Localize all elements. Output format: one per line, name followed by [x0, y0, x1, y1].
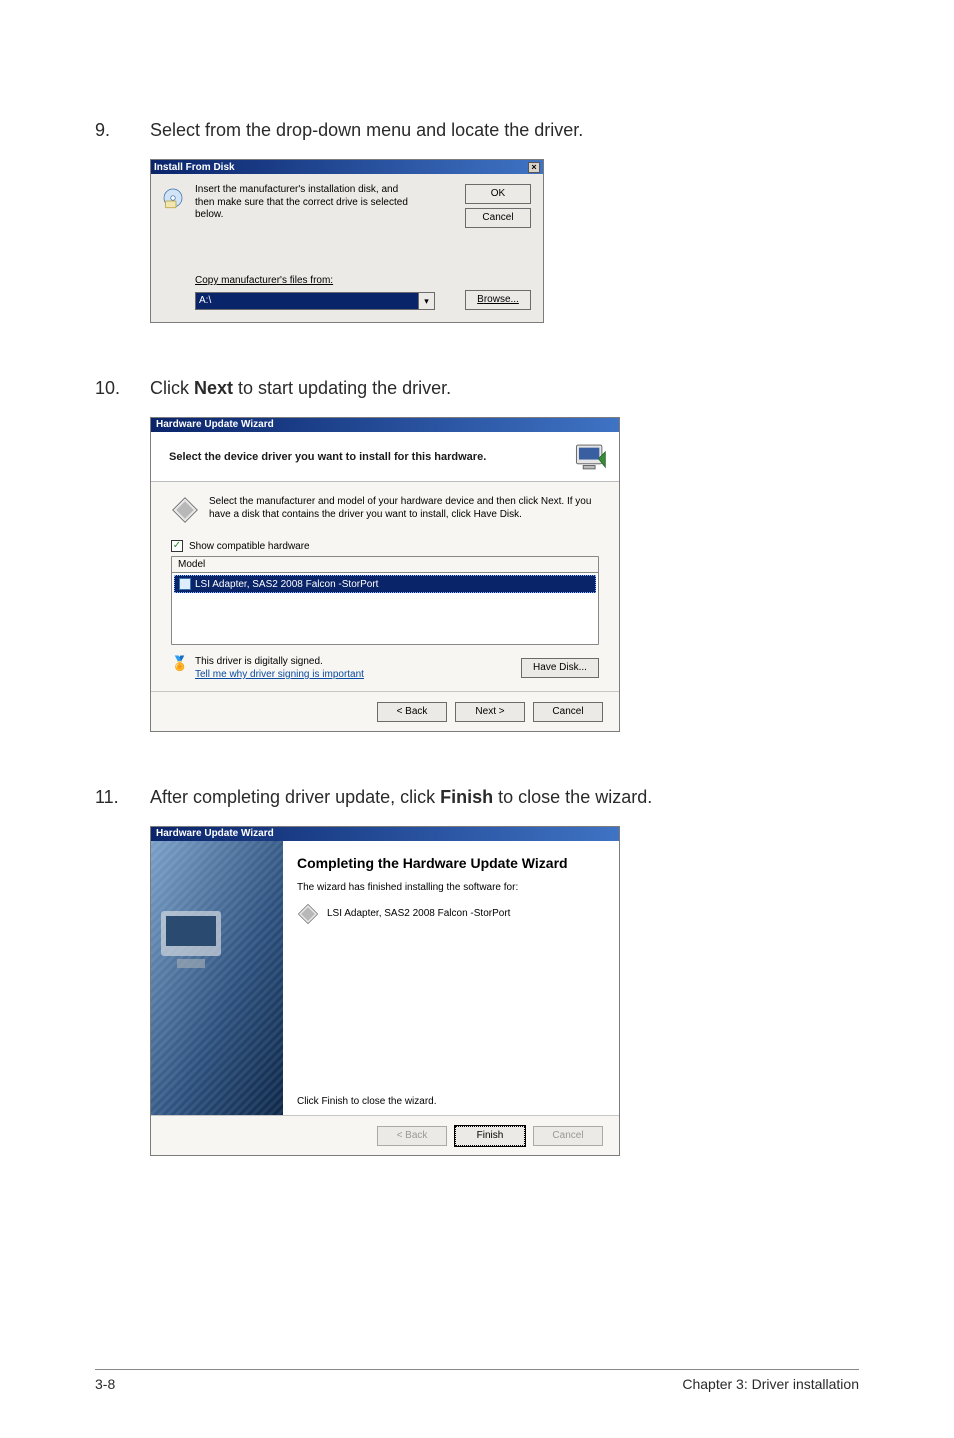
back-button-3: < Back [377, 1126, 447, 1146]
finish-button[interactable]: Finish [455, 1126, 525, 1146]
driver-diamond-icon [171, 496, 199, 524]
model-label: Model [172, 557, 598, 572]
completing-driver-name: LSI Adapter, SAS2 2008 Falcon -StorPort [327, 908, 510, 919]
model-list-item-label: LSI Adapter, SAS2 2008 Falcon -StorPort [195, 579, 378, 590]
model-list[interactable]: LSI Adapter, SAS2 2008 Falcon -StorPort [172, 572, 598, 644]
dialog3-footer: < Back Finish Cancel [151, 1115, 619, 1155]
step-9-num: 9. [95, 120, 150, 141]
cancel-button-3: Cancel [533, 1126, 603, 1146]
hardware-update-wizard-complete: Hardware Update Wizard [150, 826, 620, 1156]
checkbox-checked-icon[interactable]: ✓ [171, 540, 183, 552]
completing-heading: Completing the Hardware Update Wizard [297, 855, 605, 872]
next-button[interactable]: Next > [455, 702, 525, 722]
back-button[interactable]: < Back [377, 702, 447, 722]
copy-from-value: A:\ [196, 293, 418, 309]
step-9-text: Select from the drop-down menu and locat… [150, 120, 859, 141]
page-footer: 3-8 Chapter 3: Driver installation [95, 1369, 859, 1392]
step-10: 10. Click Next to start updating the dri… [95, 378, 859, 399]
dialog2-instruction-row: Select the manufacturer and model of you… [171, 496, 599, 524]
driver-signed-text: This driver is digitally signed. [195, 655, 364, 668]
browse-button[interactable]: Browse... [465, 290, 531, 310]
show-compatible-label: Show compatible hardware [189, 541, 310, 552]
step-11-num: 11. [95, 787, 150, 808]
close-hint: Click Finish to close the wizard. [297, 1096, 605, 1107]
step-10-num: 10. [95, 378, 150, 399]
copy-from-label: Copy manufacturer's files from: [195, 275, 333, 286]
completing-driver-row: LSI Adapter, SAS2 2008 Falcon -StorPort [297, 903, 605, 925]
page-number: 3-8 [95, 1376, 115, 1392]
have-disk-button[interactable]: Have Disk... [521, 658, 599, 678]
dialog2-header: Select the device driver you want to ins… [151, 432, 619, 482]
step-11-text: After completing driver update, click Fi… [150, 787, 859, 808]
wizard-icon [573, 440, 607, 474]
step-11: 11. After completing driver update, clic… [95, 787, 859, 808]
dialog2-footer: < Back Next > Cancel [151, 691, 619, 731]
wizard-sidebar-image [151, 841, 283, 1115]
chevron-down-icon[interactable]: ▾ [418, 293, 434, 309]
dialog2-titlebar: Hardware Update Wizard [151, 418, 619, 432]
dialog1-title: Install From Disk [154, 162, 235, 173]
dialog3-titlebar: Hardware Update Wizard [151, 827, 619, 841]
dialog2-header-text: Select the device driver you want to ins… [169, 451, 486, 463]
model-list-group: Model LSI Adapter, SAS2 2008 Falcon -Sto… [171, 556, 599, 645]
certificate-icon: 🏅 [171, 655, 187, 671]
model-list-item[interactable]: LSI Adapter, SAS2 2008 Falcon -StorPort [174, 575, 596, 593]
driver-signing-link[interactable]: Tell me why driver signing is important [195, 669, 364, 680]
device-icon [179, 578, 191, 590]
step-10-text: Click Next to start updating the driver. [150, 378, 859, 399]
step-9: 9. Select from the drop-down menu and lo… [95, 120, 859, 141]
show-compatible-checkbox-row[interactable]: ✓ Show compatible hardware [171, 540, 599, 552]
copy-from-combo[interactable]: A:\ ▾ [195, 292, 435, 310]
completing-sub: The wizard has finished installing the s… [297, 882, 605, 893]
cancel-button[interactable]: Cancel [465, 208, 531, 228]
dialog1-titlebar: Install From Disk × [151, 160, 543, 174]
driver-signed-row: 🏅 This driver is digitally signed. Tell … [171, 655, 599, 681]
close-icon[interactable]: × [528, 162, 540, 173]
dialog2-instruction: Select the manufacturer and model of you… [209, 496, 599, 524]
disk-icon [161, 186, 185, 210]
cancel-button-2[interactable]: Cancel [533, 702, 603, 722]
driver-diamond-icon [297, 903, 319, 925]
hardware-update-wizard-select: Hardware Update Wizard Select the device… [150, 417, 620, 732]
install-from-disk-dialog: Install From Disk × Insert the manufactu… [150, 159, 544, 323]
ok-button[interactable]: OK [465, 184, 531, 204]
dialog1-message: Insert the manufacturer's installation d… [195, 184, 415, 222]
chapter-label: Chapter 3: Driver installation [682, 1376, 859, 1392]
